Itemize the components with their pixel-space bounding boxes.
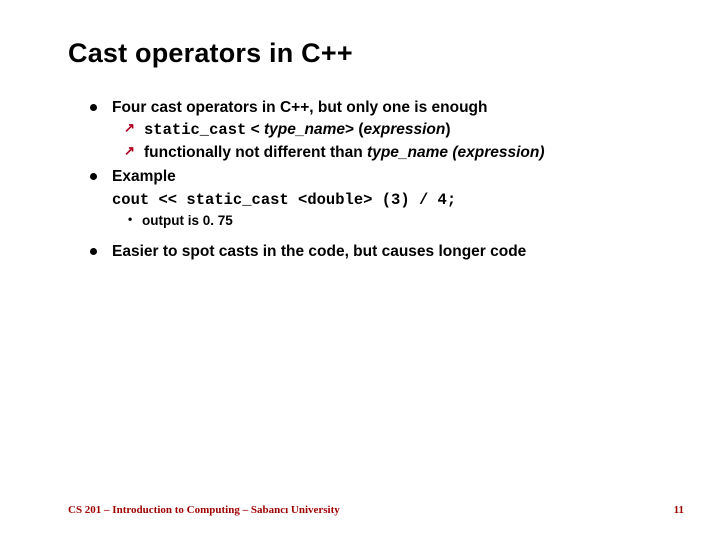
bullet-text: Easier to spot casts in the code, but ca…	[112, 243, 526, 260]
footer-text: CS 201 – Introduction to Computing – Sab…	[68, 504, 340, 516]
bullet-list: Four cast operators in C++, but only one…	[90, 97, 664, 263]
bullet-text: Four cast operators in C++, but only one…	[112, 99, 488, 116]
text: > (	[345, 121, 364, 138]
text: <	[246, 121, 264, 138]
sub-list: static_cast < type_name> (expression) fu…	[122, 119, 664, 164]
italic-text: expression	[364, 121, 446, 138]
list-item: output is 0. 75	[126, 211, 664, 231]
text: functionally not different than	[144, 144, 367, 161]
code-line: cout << static_cast <double> (3) / 4;	[112, 189, 664, 211]
list-item: Easier to spot casts in the code, but ca…	[90, 241, 664, 263]
code-text: static_cast	[144, 121, 246, 139]
list-item: Example cout << static_cast <double> (3)…	[90, 166, 664, 231]
italic-text: type_name (expression)	[367, 144, 544, 161]
list-item: functionally not different than type_nam…	[122, 142, 664, 164]
list-item: static_cast < type_name> (expression)	[122, 119, 664, 141]
list-item: Four cast operators in C++, but only one…	[90, 97, 664, 164]
page-number: 11	[674, 504, 684, 516]
text: )	[445, 121, 450, 138]
slide-title: Cast operators in C++	[68, 38, 664, 69]
bullet-text: Example	[112, 168, 176, 185]
text: output is 0. 75	[142, 213, 233, 228]
sub-sub-list: output is 0. 75	[126, 211, 664, 231]
italic-text: type_name	[264, 121, 345, 138]
